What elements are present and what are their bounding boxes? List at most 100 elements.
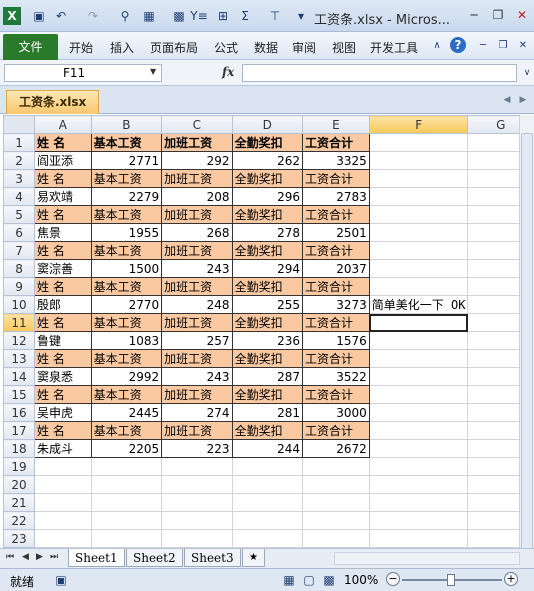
next-sheet-icon[interactable]: ▶ bbox=[36, 552, 43, 562]
cell[interactable]: 2771 bbox=[90, 151, 163, 170]
cell[interactable] bbox=[368, 133, 469, 152]
cell[interactable]: 基本工资 bbox=[90, 421, 163, 440]
format-icon[interactable]: ▦ bbox=[140, 7, 158, 25]
cell[interactable] bbox=[34, 457, 92, 476]
cell[interactable]: 姓 名 bbox=[34, 205, 92, 224]
cell[interactable]: 鲁键 bbox=[34, 331, 92, 350]
first-sheet-icon[interactable]: ⏮ bbox=[6, 552, 14, 562]
row-header[interactable]: 9 bbox=[2, 277, 36, 296]
cell[interactable] bbox=[231, 457, 304, 476]
cell[interactable]: 殷郎 bbox=[34, 295, 92, 314]
cell[interactable]: 姓 名 bbox=[34, 241, 92, 260]
column-header-b[interactable]: B bbox=[90, 115, 163, 134]
cell[interactable]: 加班工资 bbox=[161, 241, 233, 260]
cell[interactable] bbox=[368, 367, 469, 386]
print-preview-icon[interactable]: ⚲ bbox=[116, 7, 134, 25]
sheet-tab-sheet3[interactable]: Sheet3 bbox=[184, 549, 241, 567]
row-header[interactable]: 12 bbox=[2, 331, 36, 350]
macro-record-icon[interactable]: ▣ bbox=[52, 571, 70, 589]
row-header[interactable]: 13 bbox=[2, 349, 36, 368]
cell[interactable] bbox=[34, 529, 92, 548]
undo-icon[interactable]: ↶ bbox=[52, 7, 70, 25]
cell[interactable] bbox=[368, 241, 469, 260]
cell[interactable] bbox=[368, 385, 469, 404]
page-break-view-icon[interactable]: ▩ bbox=[320, 571, 338, 589]
cell[interactable] bbox=[368, 421, 469, 440]
cell[interactable] bbox=[34, 511, 92, 530]
cell[interactable]: 3273 bbox=[302, 295, 370, 314]
cell[interactable]: 基本工资 bbox=[90, 169, 163, 188]
cell[interactable]: 全勤奖扣 bbox=[231, 169, 304, 188]
cell[interactable]: 基本工资 bbox=[90, 133, 163, 152]
cell[interactable]: 基本工资 bbox=[90, 205, 163, 224]
cell[interactable] bbox=[368, 277, 469, 296]
cell[interactable] bbox=[90, 493, 163, 512]
cell[interactable] bbox=[231, 511, 304, 530]
cell[interactable]: 窦淙善 bbox=[34, 259, 92, 278]
cell[interactable] bbox=[368, 529, 469, 548]
cell[interactable]: 全勤奖扣 bbox=[231, 205, 304, 224]
name-box[interactable]: F11 bbox=[4, 64, 162, 82]
cell[interactable]: 加班工资 bbox=[161, 133, 233, 152]
row-header[interactable]: 22 bbox=[2, 511, 36, 530]
cell[interactable] bbox=[161, 493, 233, 512]
cell[interactable] bbox=[161, 529, 233, 548]
sheet-tab-sheet1[interactable]: Sheet1 bbox=[68, 549, 125, 567]
cell[interactable]: 全勤奖扣 bbox=[231, 241, 304, 260]
column-header-d[interactable]: D bbox=[231, 115, 304, 134]
cell[interactable]: 基本工资 bbox=[90, 349, 163, 368]
zoom-out-button[interactable]: − bbox=[386, 572, 400, 586]
cell[interactable]: 3522 bbox=[302, 367, 370, 386]
cell[interactable]: 3325 bbox=[302, 151, 370, 170]
cell[interactable]: 工资合计 bbox=[302, 421, 370, 440]
cell[interactable]: 姓 名 bbox=[34, 421, 92, 440]
cell[interactable]: 243 bbox=[161, 367, 233, 386]
insert-function-button[interactable]: fx bbox=[222, 65, 234, 79]
cell[interactable] bbox=[368, 259, 469, 278]
cell[interactable]: 全勤奖扣 bbox=[231, 133, 304, 152]
tab-formulas[interactable]: 公式 bbox=[214, 39, 238, 56]
cell[interactable]: 吴申虎 bbox=[34, 403, 92, 422]
row-header[interactable]: 5 bbox=[2, 205, 36, 224]
cell[interactable] bbox=[231, 529, 304, 548]
cell[interactable]: 窦泉悉 bbox=[34, 367, 92, 386]
row-header[interactable]: 8 bbox=[2, 259, 36, 278]
customize-icon[interactable]: ▾ bbox=[292, 7, 310, 25]
row-header[interactable]: 15 bbox=[2, 385, 36, 404]
cell[interactable]: 244 bbox=[231, 439, 304, 458]
cell[interactable]: 加班工资 bbox=[161, 169, 233, 188]
cell[interactable] bbox=[368, 457, 469, 476]
cell[interactable]: 加班工资 bbox=[161, 277, 233, 296]
cell[interactable]: 2279 bbox=[90, 187, 163, 206]
cell[interactable]: 2037 bbox=[302, 259, 370, 278]
cell[interactable]: 全勤奖扣 bbox=[231, 277, 304, 296]
cell[interactable]: 262 bbox=[231, 151, 304, 170]
cell[interactable]: 1500 bbox=[90, 259, 163, 278]
cell[interactable]: 1576 bbox=[302, 331, 370, 350]
cell[interactable]: 274 bbox=[161, 403, 233, 422]
cell[interactable] bbox=[368, 331, 469, 350]
cell[interactable]: 姓 名 bbox=[34, 385, 92, 404]
cell[interactable]: 2672 bbox=[302, 439, 370, 458]
cell[interactable]: 1955 bbox=[90, 223, 163, 242]
cell[interactable] bbox=[302, 475, 370, 494]
cell[interactable]: 257 bbox=[161, 331, 233, 350]
spreadsheet-grid[interactable]: ABCDEFG 1姓 名基本工资 加班工资 全勤奖扣 工资合计 2 阎亚添 2771 292 2… bbox=[2, 115, 534, 548]
scroll-thumb[interactable] bbox=[521, 133, 533, 553]
borders-icon[interactable]: ⊞ bbox=[214, 7, 232, 25]
cell[interactable] bbox=[302, 529, 370, 548]
wb-minimize-icon[interactable]: ─ bbox=[474, 37, 492, 55]
cell[interactable]: 278 bbox=[231, 223, 304, 242]
row-header[interactable]: 17 bbox=[2, 421, 36, 440]
row-header[interactable]: 7 bbox=[2, 241, 36, 260]
cell[interactable] bbox=[302, 457, 370, 476]
note-cell[interactable]: 简单美化一下 OK bbox=[368, 295, 469, 314]
cell[interactable] bbox=[368, 223, 469, 242]
cell[interactable] bbox=[161, 457, 233, 476]
cell[interactable] bbox=[34, 475, 92, 494]
cell[interactable]: 全勤奖扣 bbox=[231, 349, 304, 368]
tab-insert[interactable]: 插入 bbox=[110, 39, 134, 56]
cell[interactable]: 工资合计 bbox=[302, 205, 370, 224]
cell[interactable]: 2770 bbox=[90, 295, 163, 314]
cell[interactable]: 朱成斗 bbox=[34, 439, 92, 458]
